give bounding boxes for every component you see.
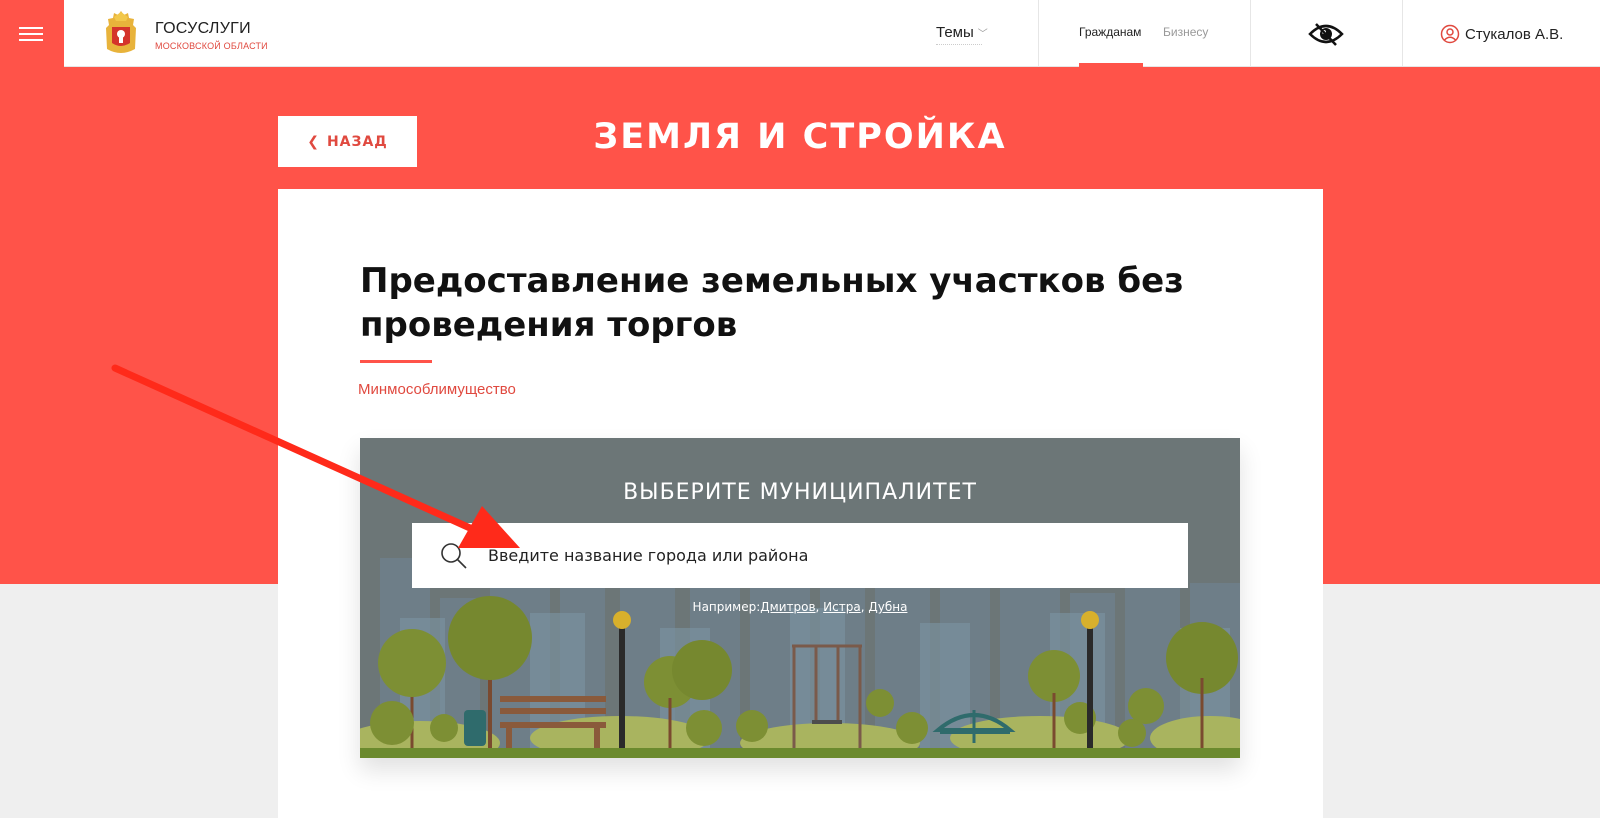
divider	[1250, 0, 1251, 67]
top-bar: ГОСУСЛУГИ МОСКОВСКОЙ ОБЛАСТИ Темы ﹀ Гражд…	[0, 0, 1600, 67]
tab-citizens[interactable]: Гражданам	[1079, 25, 1141, 39]
user-name[interactable]: Стукалов А.В.	[1465, 26, 1563, 43]
themes-underline	[936, 44, 982, 45]
search-icon	[441, 543, 467, 569]
search-examples: Например:Дмитров, Истра, Дубна	[692, 600, 908, 614]
coat-of-arms-logo[interactable]	[102, 9, 140, 55]
menu-button[interactable]	[0, 0, 64, 67]
tab-business[interactable]: Бизнесу	[1163, 25, 1208, 39]
municipality-search-input[interactable]	[488, 523, 1168, 588]
back-button[interactable]: ❮ НАЗАД	[278, 116, 417, 167]
chevron-left-icon: ❮	[307, 133, 319, 150]
accessibility-eye-icon[interactable]	[1308, 20, 1344, 48]
example-link-dubna[interactable]: Дубна	[868, 600, 907, 614]
brand-title: ГОСУСЛУГИ	[155, 20, 251, 37]
service-card: Предоставление земельных участков без пр…	[278, 189, 1323, 818]
example-link-istra[interactable]: Истра	[823, 600, 861, 614]
themes-dropdown[interactable]: Темы ﹀	[936, 24, 988, 41]
divider	[1038, 0, 1039, 67]
brand-subtitle: МОСКОВСКОЙ ОБЛАСТИ	[155, 41, 268, 51]
example-link-dmitrov[interactable]: Дмитров	[760, 600, 815, 614]
municipality-heading: ВЫБЕРИТЕ МУНИЦИПАЛИТЕТ	[623, 480, 977, 505]
service-title: Предоставление земельных участков без пр…	[360, 261, 1184, 345]
municipality-search[interactable]	[412, 523, 1188, 588]
brand[interactable]: ГОСУСЛУГИ МОСКОВСКОЙ ОБЛАСТИ	[155, 20, 268, 51]
page-title: ЗЕМЛЯ И СТРОЙКА	[593, 117, 1007, 157]
menu-icon-line	[19, 33, 43, 35]
title-underline	[360, 360, 432, 363]
menu-icon	[19, 27, 43, 29]
themes-label: Темы	[936, 24, 974, 41]
menu-icon-line	[19, 39, 43, 41]
chevron-down-icon: ﹀	[977, 29, 988, 40]
examples-prefix: Например:	[692, 600, 761, 614]
divider	[1402, 0, 1403, 67]
user-icon[interactable]	[1440, 24, 1460, 44]
municipality-banner: ВЫБЕРИТЕ МУНИЦИПАЛИТЕТ Например:Дмитров,…	[360, 438, 1240, 758]
back-label: НАЗАД	[326, 133, 388, 150]
department-link[interactable]: Минмособлимущество	[358, 381, 516, 398]
